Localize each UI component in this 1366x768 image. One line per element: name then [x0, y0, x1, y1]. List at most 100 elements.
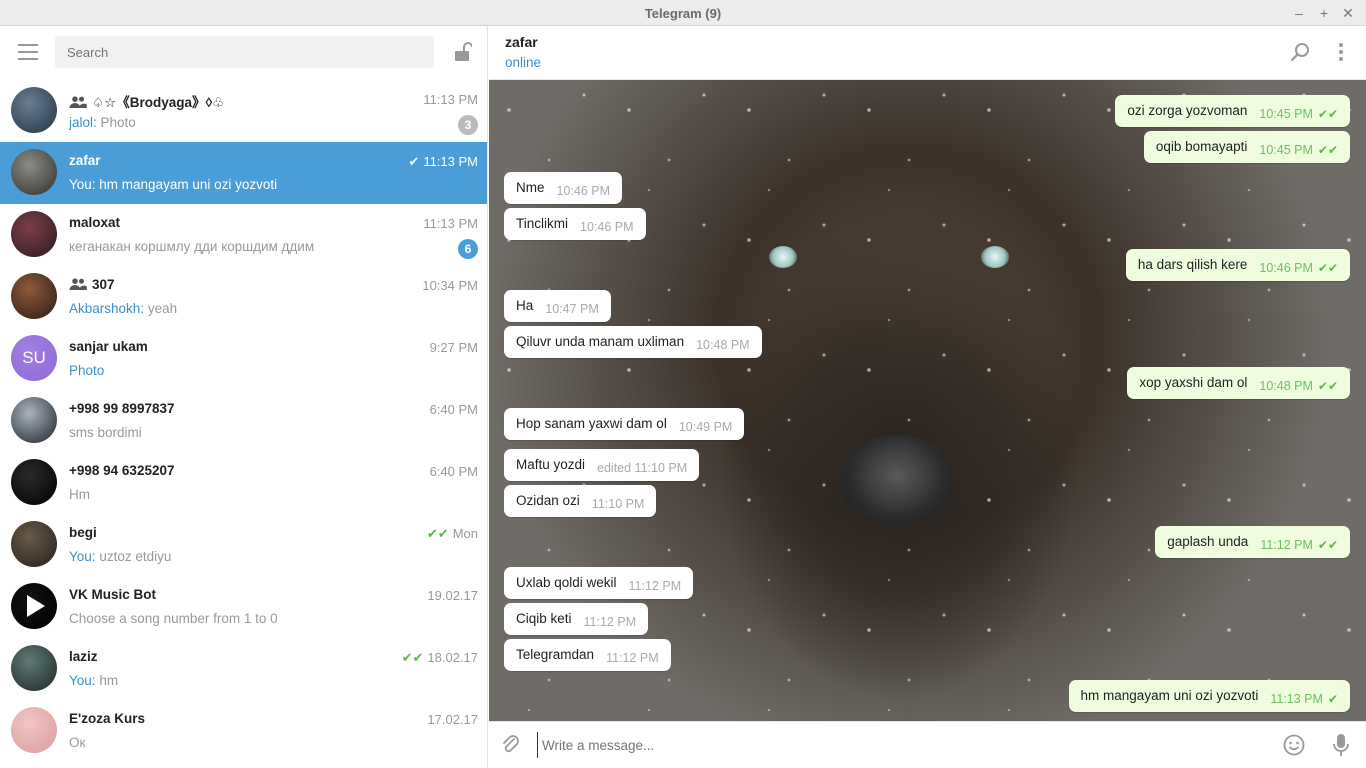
chat-item[interactable]: VK Music Bot 19.02.17 Choose a song number… — [0, 576, 487, 638]
chat-preview-text: You: hm mangayam uni ozi yozvoti — [69, 177, 278, 192]
chat-preview-text: кеганакан коршмлу дди коршдим ддим — [69, 239, 315, 254]
message-text: ozi zorga yozvoman — [1127, 103, 1248, 118]
incoming-message[interactable]: Maftu yozdi edited 11:10 PM — [504, 449, 700, 481]
chat-preview: Hm — [69, 487, 90, 502]
search-icon[interactable] — [1290, 42, 1310, 62]
chat-time-text: 11:13 PM — [423, 92, 478, 107]
chat-name-text: zafar — [69, 153, 101, 168]
chat-name-text: sanjar ukam — [69, 339, 148, 354]
incoming-message[interactable]: Ciqib keti 11:12 PM — [504, 603, 649, 635]
outgoing-message[interactable]: ozi zorga yozvoman 10:45 PM ✔✔ — [1115, 95, 1350, 127]
incoming-message[interactable]: Hop sanam yaxwi dam ol 10:49 PM — [504, 408, 745, 440]
message-text: Qiluvr unda manam uxliman — [516, 334, 685, 349]
chat-time: 6:40 PM — [430, 402, 478, 417]
chat-item[interactable]: zafar ✔ 11:13 PM You: hm mangayam uni ozi y… — [0, 142, 487, 204]
chat-name: begi — [69, 525, 97, 540]
chat-time-text: 17.02.17 — [427, 712, 478, 727]
hamburger-icon[interactable] — [18, 44, 38, 60]
message-text: Uxlab qoldi wekil — [516, 575, 617, 590]
chat-item[interactable]: laziz ✔✔ 18.02.17 You: hm — [0, 638, 487, 700]
paperclip-icon[interactable] — [501, 733, 521, 757]
chat-time-text: 18.02.17 — [427, 650, 478, 665]
message-time: 10:45 PM — [1259, 107, 1313, 121]
read-check-icon: ✔✔ — [1317, 143, 1338, 157]
lock-icon[interactable] — [454, 42, 472, 62]
peer-status: online — [505, 55, 542, 70]
chat-preview-sender: jalol: — [69, 115, 97, 130]
wolf-eye — [981, 246, 1009, 268]
chat-item[interactable]: begi ✔✔ Mon You: uztoz etdiyu — [0, 514, 487, 576]
incoming-message[interactable]: Qiluvr unda manam uxliman 10:48 PM — [504, 326, 762, 358]
message-text: oqib bomayapti — [1155, 139, 1248, 154]
avatar — [11, 149, 57, 195]
incoming-message[interactable]: Uxlab qoldi wekil 11:12 PM — [504, 567, 694, 599]
chat-preview-text: yeah — [147, 301, 178, 316]
conversation-header: zafar online — [489, 26, 1366, 80]
read-check-icon: ✔✔ — [401, 650, 424, 665]
more-vertical-icon[interactable] — [1336, 42, 1346, 62]
chat-preview-text: Hm — [69, 487, 90, 502]
chat-time: 17.02.17 — [427, 712, 478, 727]
message-input[interactable] — [537, 732, 1277, 758]
chat-item[interactable]: E'zoza Kurs 17.02.17 Ок — [0, 700, 487, 762]
chat-preview-sender: Photo — [69, 363, 105, 378]
message-time: 10:48 PM — [1259, 379, 1313, 393]
chat-name-text: +998 99 8997837 — [69, 401, 175, 416]
message-text: Ha — [516, 298, 534, 313]
message-text: hm mangayam uni ozi yozvoti — [1080, 688, 1259, 703]
group-icon — [69, 278, 87, 290]
outgoing-message[interactable]: gaplash unda 11:12 PM ✔✔ — [1155, 526, 1350, 558]
unread-badge: 3 — [458, 115, 478, 135]
incoming-message[interactable]: Telegramdan 11:12 PM — [504, 639, 671, 671]
avatar — [11, 583, 57, 629]
close-button[interactable]: ✕ — [1339, 4, 1357, 22]
message-time: 11:12 PM — [583, 615, 637, 629]
emoji-icon[interactable] — [1283, 734, 1305, 756]
message-text: Ciqib keti — [516, 611, 572, 626]
chat-preview-sender: You: — [69, 549, 96, 564]
avatar — [11, 521, 57, 567]
chat-time-text: 11:13 PM — [423, 154, 478, 169]
avatar — [11, 211, 57, 257]
chat-item[interactable]: SU sanjar ukam 9:27 PM Photo — [0, 328, 487, 390]
chat-time-text: 11:13 PM — [423, 216, 478, 231]
outgoing-message[interactable]: xop yaxshi dam ol 10:48 PM ✔✔ — [1127, 367, 1350, 399]
outgoing-message[interactable]: oqib bomayapti 10:45 PM ✔✔ — [1143, 131, 1350, 163]
maximize-button[interactable]: + — [1315, 4, 1333, 22]
message-text: Nme — [516, 180, 545, 195]
chat-name-text: laziz — [69, 649, 98, 664]
window-title: Telegram (9) — [644, 6, 722, 21]
minimize-button[interactable]: – — [1290, 4, 1308, 22]
message-text: Telegramdan — [516, 647, 595, 662]
chat-item[interactable]: +998 99 8997837 6:40 PM sms bordimi — [0, 390, 487, 452]
message-time: 11:12 PM — [1260, 538, 1313, 552]
incoming-message[interactable]: Nme 10:46 PM — [504, 172, 623, 204]
chat-time-text: 19.02.17 — [427, 588, 478, 603]
outgoing-message[interactable]: ha dars qilish kere 10:46 PM ✔✔ — [1125, 249, 1350, 281]
avatar — [11, 645, 57, 691]
peer-name[interactable]: zafar — [505, 34, 538, 50]
message-text: Ozidan ozi — [516, 493, 580, 508]
chat-item[interactable]: +998 94 6325207 6:40 PM Hm — [0, 452, 487, 514]
avatar — [11, 87, 57, 133]
chat-item[interactable]: ♤☆《Brodyaga》◊♧ 11:13 PM jalol: Photo 3 — [0, 80, 487, 142]
chat-preview: You: hm — [69, 673, 118, 688]
incoming-message[interactable]: Ozidan ozi 11:10 PM — [504, 485, 657, 517]
chat-preview: Photo — [69, 363, 104, 378]
search-input[interactable] — [55, 36, 434, 68]
chat-name-text: E'zoza Kurs — [69, 711, 145, 726]
avatar — [11, 459, 57, 505]
chat-time: 6:40 PM — [430, 464, 478, 479]
outgoing-message[interactable]: hm mangayam uni ozi yozvoti 11:13 PM ✔ — [1068, 680, 1350, 712]
microphone-icon[interactable] — [1332, 733, 1350, 757]
chat-item[interactable]: maloxat 11:13 PM кеганакан коршмлу дди кор… — [0, 204, 487, 266]
unread-badge: 6 — [458, 239, 478, 259]
chat-preview-text: Choose a song number from 1 to 0 — [69, 611, 278, 626]
incoming-message[interactable]: Tinclikmi 10:46 PM — [504, 208, 646, 240]
chat-name: +998 94 6325207 — [69, 463, 174, 478]
incoming-message[interactable]: Ha 10:47 PM — [504, 290, 611, 322]
message-time: 10:45 PM — [1259, 143, 1313, 157]
wolf-eye — [769, 246, 797, 268]
chat-time: 10:34 PM — [422, 278, 478, 293]
chat-item[interactable]: 307 10:34 PM Akbarshokh: yeah — [0, 266, 487, 328]
